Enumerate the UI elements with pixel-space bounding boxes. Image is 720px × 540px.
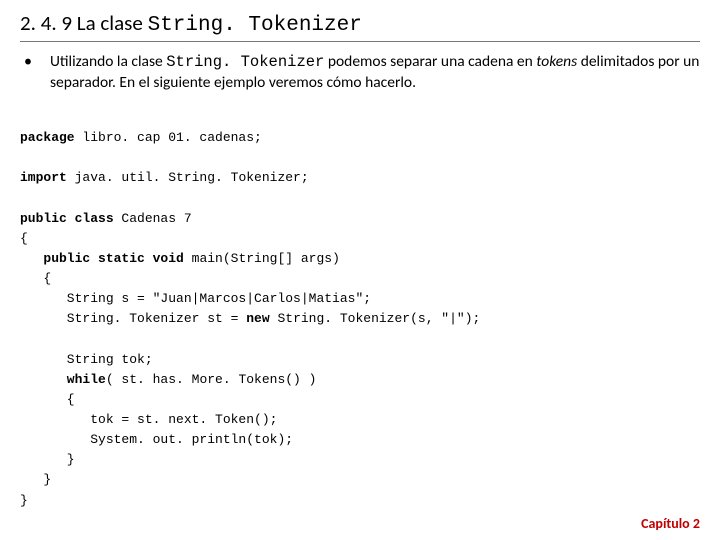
- code-text: java. util. String. Tokenizer;: [67, 170, 309, 185]
- code-text: }: [20, 452, 75, 467]
- section-heading: 2. 4. 9 La clase String. Tokenizer: [20, 10, 700, 42]
- footer-number: 2: [693, 515, 700, 532]
- code-text: {: [20, 271, 51, 286]
- code-keyword: public static void: [20, 251, 192, 266]
- code-text: String tok;: [20, 352, 153, 367]
- code-keyword: new: [246, 311, 277, 326]
- code-keyword: import: [20, 170, 67, 185]
- bullet-part1: Utilizando la clase: [50, 52, 166, 71]
- bullet-text: Utilizando la clase String. Tokenizer po…: [50, 52, 700, 94]
- heading-text: La clase: [72, 10, 148, 36]
- code-text: }: [20, 472, 51, 487]
- code-text: main(String[] args): [192, 251, 340, 266]
- heading-number: 2. 4. 9: [20, 10, 72, 36]
- footer-label: Capítulo: [641, 515, 693, 532]
- code-text: {: [20, 231, 28, 246]
- code-text: ( st. has. More. Tokens() ): [106, 372, 317, 387]
- code-text: String. Tokenizer st =: [20, 311, 246, 326]
- heading-classname: String. Tokenizer: [148, 14, 362, 37]
- bullet-italic: tokens: [536, 52, 577, 71]
- code-text: }: [20, 493, 28, 508]
- bullet-item: • Utilizando la clase String. Tokenizer …: [20, 52, 700, 94]
- code-block: package libro. cap 01. cadenas; import j…: [20, 108, 700, 511]
- code-text: Cadenas 7: [121, 211, 191, 226]
- code-text: String. Tokenizer(s, "|");: [277, 311, 480, 326]
- bullet-inline-code: String. Tokenizer: [166, 53, 324, 71]
- code-text: {: [20, 392, 75, 407]
- code-text: tok = st. next. Token();: [20, 412, 277, 427]
- code-text: String s = "Juan|Marcos|Carlos|Matias";: [20, 291, 371, 306]
- bullet-dot-icon: •: [24, 52, 32, 73]
- code-keyword: package: [20, 130, 75, 145]
- code-text: System. out. println(tok);: [20, 432, 293, 447]
- code-keyword: while: [20, 372, 106, 387]
- footer-chapter: Capítulo 2: [641, 515, 700, 532]
- code-keyword: public class: [20, 211, 121, 226]
- code-text: libro. cap 01. cadenas;: [75, 130, 262, 145]
- bullet-part2: podemos separar una cadena en: [324, 52, 536, 71]
